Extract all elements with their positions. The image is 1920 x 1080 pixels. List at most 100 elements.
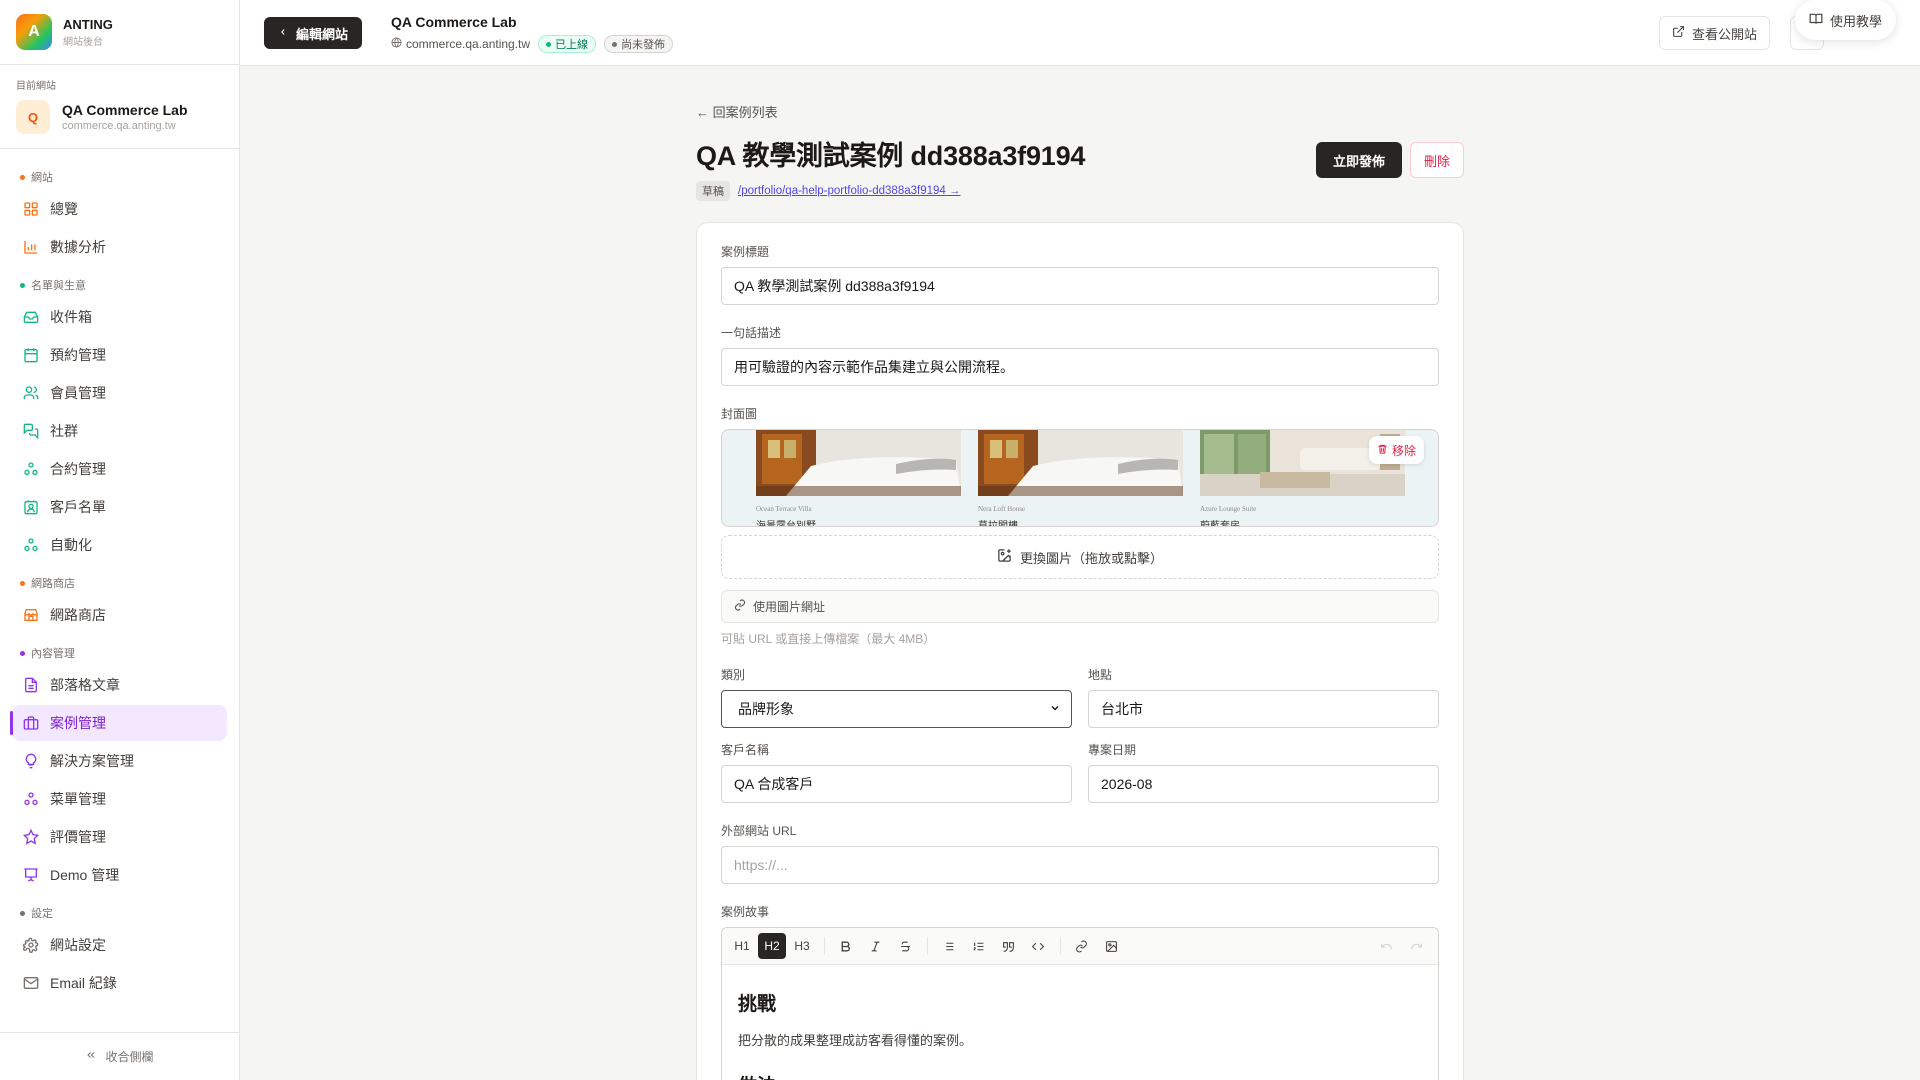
status-badge-live: 已上線	[538, 35, 597, 53]
sidebar-item[interactable]: 收件箱	[12, 299, 227, 335]
view-public-site-label: 查看公開站	[1691, 26, 1757, 42]
briefcase-icon	[22, 714, 40, 732]
story-field-label: 案例故事	[721, 905, 770, 919]
sidebar-item[interactable]: 菜單管理	[12, 781, 227, 817]
current-site-label: 目前網站	[16, 81, 56, 92]
edit-site-button[interactable]: 編輯網站	[264, 17, 363, 49]
nav-group-text: 網站	[31, 172, 53, 184]
nav-group-label: 網站	[20, 167, 227, 187]
image-icon[interactable]	[1097, 933, 1125, 959]
topbar-site-info: QA Commerce Lab commerce.qa.anting.tw 已上…	[391, 14, 674, 53]
link-icon[interactable]	[1067, 933, 1095, 959]
location-input[interactable]: 台北市	[1088, 690, 1439, 728]
heading-2-button[interactable]: H2	[758, 933, 786, 959]
external-url-input[interactable]: https://...	[721, 846, 1439, 884]
nav-group-text: 內容管理	[31, 648, 75, 660]
cover-thumb-caption: Ocean Terrace Villa	[756, 505, 812, 513]
bold-icon[interactable]	[831, 933, 859, 959]
sidebar-item[interactable]: 自動化	[12, 527, 227, 563]
sidebar-item[interactable]: 數據分析	[12, 229, 227, 265]
summary-input[interactable]: 用可驗證的內容示範作品集建立與公開流程。	[721, 348, 1439, 386]
topbar-site-domain[interactable]: commerce.qa.anting.tw	[391, 37, 530, 51]
sidebar-item[interactable]: 預約管理	[12, 337, 227, 373]
tutorial-button[interactable]: 使用教學	[1794, 0, 1896, 40]
brand[interactable]: A ANTING 網站後台	[0, 0, 239, 65]
cover-thumb: Nera Loft House 莫拉閣樓	[978, 430, 1183, 526]
heading-1-button[interactable]: H1	[728, 933, 756, 959]
site-avatar: Q	[16, 100, 50, 134]
sidebar-item[interactable]: 網路商店	[12, 597, 227, 633]
sidebar-item[interactable]: Email 紀錄	[12, 965, 227, 1001]
presentation-icon	[22, 866, 40, 884]
document-icon	[22, 676, 40, 694]
cover-thumb-caption: Nera Loft House	[978, 505, 1026, 513]
view-public-site-button[interactable]: 查看公開站	[1658, 16, 1770, 50]
portfolio-slug-link[interactable]: /portfolio/qa-help-portfolio-dd388a3f919…	[738, 185, 960, 197]
heading-3-button[interactable]: H3	[788, 933, 816, 959]
project-date-input[interactable]: 2026-08	[1088, 765, 1439, 803]
collapse-sidebar-button[interactable]: 收合側欄	[0, 1032, 239, 1080]
replace-image-dropzone[interactable]: 更換圖片（拖放或點擊）	[721, 535, 1439, 579]
code-icon[interactable]	[1024, 933, 1052, 959]
gear-icon	[22, 936, 40, 954]
editor-content[interactable]: 挑戰 把分散的成果整理成訪客看得懂的案例。 做法	[722, 965, 1438, 1080]
back-to-portfolio-link[interactable]: ← 回案例列表	[696, 102, 1464, 120]
use-image-url-button[interactable]: 使用圖片網址	[721, 590, 1439, 623]
sidebar-nav: 網站 總覽 數據分析 名單與生意 收件箱 預約管理 會員管理 社群 合約管理 客戶名單 自動化 網路商…	[0, 149, 239, 1011]
sidebar-item[interactable]: 案例管理	[10, 705, 227, 741]
status-badge-draft: 草稿	[696, 181, 730, 201]
sidebar-item[interactable]: 部落格文章	[12, 667, 227, 703]
nav-group-text: 網路商店	[31, 578, 75, 590]
sidebar-item[interactable]: Demo 管理	[12, 857, 227, 893]
italic-icon[interactable]	[861, 933, 889, 959]
store-icon	[22, 606, 40, 624]
sidebar-item[interactable]: 合約管理	[12, 451, 227, 487]
client-input[interactable]: QA 合成客戶	[721, 765, 1072, 803]
sidebar: A ANTING 網站後台 目前網站 Q QA Commerce Lab com…	[0, 0, 240, 1080]
client-field-label: 客戶名稱	[721, 743, 770, 757]
cover-thumb-caption-zh: 海景露台別墅	[756, 521, 816, 527]
calendar-icon	[22, 346, 40, 364]
sidebar-item[interactable]: 解決方案管理	[12, 743, 227, 779]
brand-logo: A	[16, 14, 52, 50]
sidebar-item[interactable]: 客戶名單	[12, 489, 227, 525]
sidebar-item[interactable]: 網站設定	[12, 927, 227, 963]
redo-icon[interactable]	[1402, 933, 1430, 959]
toolbar-divider	[824, 937, 825, 955]
sidebar-item[interactable]: 評價管理	[12, 819, 227, 855]
strikethrough-icon[interactable]	[891, 933, 919, 959]
cover-field-label: 封面圖	[721, 407, 758, 421]
use-image-url-label: 使用圖片網址	[753, 600, 826, 614]
delete-button[interactable]: 刪除	[1409, 142, 1464, 178]
title-field-label: 案例標題	[721, 245, 770, 259]
sidebar-item[interactable]: 總覽	[12, 191, 227, 227]
ordered-list-icon[interactable]	[964, 933, 992, 959]
sidebar-item-label: 合約管理	[50, 461, 106, 477]
sidebar-item[interactable]: 會員管理	[12, 375, 227, 411]
sidebar-item-label: 會員管理	[50, 385, 106, 401]
rich-text-editor: H1 H2 H3 挑戰 把分散的成果整理成訪客看得懂的案例。	[721, 927, 1439, 1080]
publish-now-button[interactable]: 立即發佈	[1315, 142, 1402, 178]
undo-icon[interactable]	[1372, 933, 1400, 959]
workflow-icon	[22, 790, 40, 808]
sidebar-item[interactable]: 社群	[12, 413, 227, 449]
remove-cover-button[interactable]: 移除	[1368, 436, 1424, 464]
mail-icon	[22, 974, 40, 992]
sidebar-item-label: 案例管理	[50, 715, 106, 731]
contact-icon	[22, 498, 40, 516]
edit-site-label: 編輯網站	[296, 26, 349, 42]
project-date-field-label: 專案日期	[1088, 743, 1137, 757]
link-icon	[734, 599, 746, 614]
current-site-card[interactable]: Q QA Commerce Lab commerce.qa.anting.tw	[16, 100, 223, 134]
current-site-domain: commerce.qa.anting.tw	[62, 120, 176, 132]
quote-icon[interactable]	[994, 933, 1022, 959]
sidebar-item-label: 收件箱	[50, 309, 92, 325]
category-select[interactable]: 品牌形象	[721, 690, 1072, 728]
globe-icon	[391, 37, 402, 51]
sidebar-item-label: 總覽	[50, 201, 78, 217]
bedroom-photo-image	[756, 430, 961, 496]
brand-name: ANTING	[63, 16, 113, 32]
title-input[interactable]: QA 教學測試案例 dd388a3f9194	[721, 267, 1439, 305]
collapse-sidebar-label: 收合側欄	[105, 1050, 154, 1064]
bullet-list-icon[interactable]	[934, 933, 962, 959]
